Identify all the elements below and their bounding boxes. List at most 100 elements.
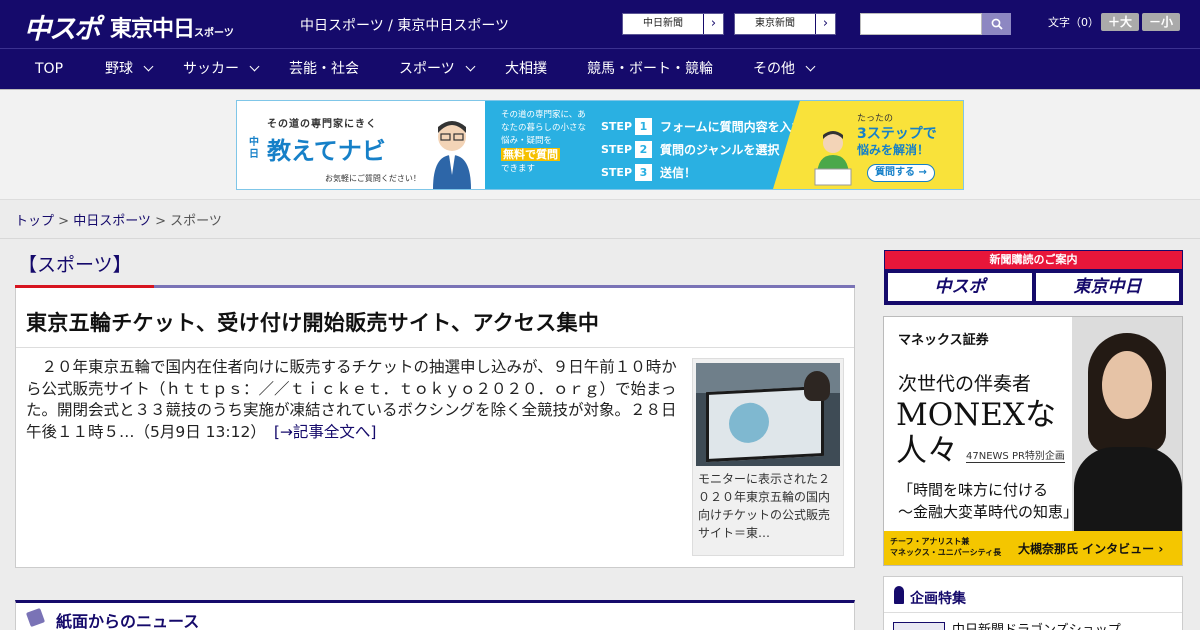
site-title[interactable]: 中日スポーツ / 東京中日スポーツ — [300, 15, 509, 35]
banner-subtitle: その道の専門家にきく — [267, 119, 377, 130]
breadcrumb-home-link[interactable]: トップ — [15, 214, 54, 229]
ribbon-icon — [894, 586, 904, 604]
ad-footer-role-1: チーフ・アナリスト兼 — [890, 537, 970, 546]
news-section-title: 紙面からのニュース — [56, 612, 200, 630]
nav-soccer[interactable]: サッカー — [183, 49, 260, 90]
nav-other[interactable]: その他 — [753, 49, 816, 90]
ad-footer-role: チーフ・アナリスト兼マネックス・ユニバーシティ長 — [890, 536, 1001, 558]
banner-left-panel: その道の専門家にきく 中日 教えてナビ お気軽にご質問ください！ — [237, 101, 485, 189]
portrait-face — [1102, 351, 1152, 419]
article-headline[interactable]: 東京五輪チケット、受け付け開始販売サイト、アクセス集中 — [26, 307, 599, 337]
nav-label: TOP — [35, 61, 64, 77]
nav-label: その他 — [753, 61, 795, 77]
ad-tag: 47NEWS PR特別企画 — [966, 447, 1065, 463]
banner-right-panel: たったの 3ステップで 悩みを解消！ 質問する → — [773, 101, 963, 189]
person-laptop-icon — [814, 131, 852, 186]
chevron-right-icon: › — [703, 14, 723, 34]
breadcrumb-divider — [0, 238, 1200, 239]
tokyo-chunichi-logo[interactable]: 東京中日スポーツ — [110, 11, 234, 43]
ad-portrait — [1072, 317, 1182, 532]
feature-item-thumbnail[interactable] — [893, 622, 945, 630]
monex-ad[interactable]: マネックス証券 次世代の伴奏者 MONEXな人々 47NEWS PR特別企画 「… — [883, 316, 1183, 566]
banner-r3: 悩みを解消！ — [857, 143, 930, 157]
ad-footer-role-2: マネックス・ユニバーシティ長 — [890, 548, 1002, 557]
font-size-label: 文字（0） — [1048, 16, 1099, 29]
article-top-accent — [15, 285, 154, 288]
nav-label: 競馬・ボート・競輪 — [587, 61, 713, 77]
banner-mid-text: その道の専門家に、あなたの暮らしの小さな悩み・疑問を 無料で質問 できます — [501, 109, 591, 176]
expert-illustration-icon — [433, 121, 471, 189]
step-number: 1 — [635, 118, 652, 135]
ad-brand: マネックス証券 — [898, 333, 989, 348]
search-button[interactable] — [982, 13, 1011, 35]
step-text: 送信！ — [660, 166, 697, 180]
breadcrumb-separator: > — [54, 214, 74, 229]
chusupo-logo[interactable]: 中スポ — [24, 7, 101, 46]
step-label: STEP — [601, 120, 633, 133]
banner-chunichi-mark: 中日 — [249, 137, 259, 160]
nav-top[interactable]: TOP — [35, 49, 63, 90]
article-summary: ２０年東京五輪で国内在住者向けに販売するチケットの抽選申し込みが、９日午前１０時… — [26, 357, 686, 443]
font-size-decrease-button[interactable]: －小 — [1142, 13, 1180, 31]
banner-step: STEP 1 フォームに質問内容を入力 — [601, 115, 804, 138]
chevron-down-icon — [805, 61, 816, 72]
ad-quote: 「時間を味方に付ける 〜金融大変革時代の知恵」 — [898, 479, 1078, 523]
article-photo[interactable] — [696, 363, 840, 466]
step-number: 3 — [635, 164, 652, 181]
nav-baseball[interactable]: 野球 — [105, 49, 154, 90]
banner-main-title: 教えてナビ — [267, 137, 386, 165]
paper-link-label: 東京新聞 — [755, 18, 795, 29]
chevron-down-icon — [249, 61, 260, 72]
banner-ask-button[interactable]: 質問する → — [867, 164, 935, 182]
article-divider — [16, 347, 854, 348]
banner-step: STEP 3 送信！ — [601, 161, 804, 184]
font-size-increase-button[interactable]: ＋大 — [1101, 13, 1139, 31]
nav-label: スポーツ — [399, 61, 455, 77]
search-icon — [991, 18, 1003, 30]
nav-label: 野球 — [105, 61, 133, 77]
search-input[interactable] — [860, 13, 982, 35]
tokyo-shimbun-link[interactable]: 東京新聞 › — [734, 13, 836, 35]
ad-footer: チーフ・アナリスト兼マネックス・ユニバーシティ長 大槻奈那氏 インタビュー › — [884, 531, 1182, 565]
breadcrumb-separator: > — [150, 214, 171, 229]
chevron-down-icon — [143, 61, 154, 72]
nav-sports[interactable]: スポーツ — [399, 49, 476, 90]
breadcrumb-section-link[interactable]: 中日スポーツ — [73, 214, 151, 229]
tokyo-logo-small: スポーツ — [194, 28, 234, 39]
paper-link-label: 中日新聞 — [643, 18, 683, 29]
feature-title: 企画特集 — [910, 591, 966, 607]
ad-quote-2: 〜金融大変革時代の知恵」 — [898, 503, 1079, 521]
section-heading: 【スポーツ】 — [18, 254, 132, 276]
read-full-article-link[interactable]: [→記事全文へ] — [274, 423, 377, 441]
step-text: 質問のジャンルを選択 — [660, 143, 780, 157]
banner-r2: 3ステップで — [857, 126, 937, 142]
photo-caption: モニターに表示された２０２０年東京五輪の国内向けチケットの公式販売サイト＝東… — [698, 472, 831, 540]
nav-label: 大相撲 — [505, 61, 547, 77]
photo-monitor-graphic — [729, 401, 769, 444]
chunichi-shimbun-link[interactable]: 中日新聞 › — [622, 13, 724, 35]
nav-label: 芸能・社会 — [289, 61, 359, 77]
ad-headline-1: 次世代の伴奏者 — [898, 373, 1032, 395]
feature-divider — [884, 612, 1182, 613]
breadcrumb: トップ > 中日スポーツ > スポーツ — [15, 210, 222, 229]
tokyo-logo-text: 東京中日 — [110, 17, 195, 42]
step-label: STEP — [601, 143, 633, 156]
step-number: 2 — [635, 141, 652, 158]
photo-person — [804, 371, 830, 401]
breadcrumb-current: スポーツ — [170, 214, 222, 229]
banner-note: お気軽にご質問ください！ — [325, 174, 421, 183]
nav-sumo[interactable]: 大相撲 — [505, 49, 547, 90]
subscription-heading: 新聞購読のご案内 — [885, 251, 1182, 269]
oshiete-navi-banner-ad[interactable]: その道の専門家にきく 中日 教えてナビ お気軽にご質問ください！ その道の専門家… — [236, 100, 964, 190]
feature-item-link[interactable]: 中日新聞ドラゴンズショップ — [952, 619, 1121, 630]
ad-footer-name: 大槻奈那氏 インタビュー › — [1018, 542, 1164, 556]
subscribe-chusupo-button[interactable]: 中スポ — [888, 273, 1032, 301]
banner-steps: STEP 1 フォームに質問内容を入力 STEP 2 質問のジャンルを選択 STEP 3 送… — [601, 115, 804, 184]
subscribe-tokyo-chunichi-button[interactable]: 東京中日 — [1036, 273, 1179, 301]
nav-label: サッカー — [183, 61, 239, 77]
nav-racing[interactable]: 競馬・ボート・競輪 — [587, 49, 713, 90]
nav-entertainment[interactable]: 芸能・社会 — [289, 49, 359, 90]
chevron-down-icon — [465, 61, 476, 72]
step-label: STEP — [601, 166, 633, 179]
banner-step: STEP 2 質問のジャンルを選択 — [601, 138, 804, 161]
